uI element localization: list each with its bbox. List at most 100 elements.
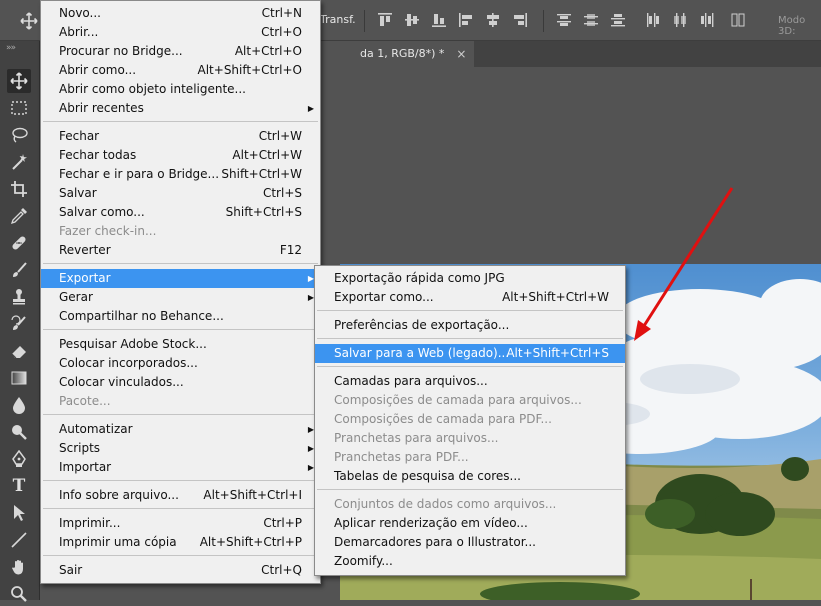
menu-item-fechar-e-ir-para-o-bridge[interactable]: Fechar e ir para o Bridge... Shift+Ctrl+W — [41, 165, 320, 184]
magic-wand-tool-button[interactable] — [7, 150, 31, 174]
menu-item-camadas-para-arquivos[interactable]: Camadas para arquivos... — [315, 372, 625, 391]
dodge-tool-button[interactable] — [7, 420, 31, 444]
menu-item-label: Fechar todas — [59, 148, 137, 162]
menu-item-importar[interactable]: Importar ▶ — [41, 458, 320, 477]
eyedropper-tool-button[interactable] — [7, 204, 31, 228]
menu-item-composicoes-de-camada-para-arquivos: Composições de camada para arquivos... — [315, 391, 625, 410]
menu-item-fechar[interactable]: Fechar Ctrl+W — [41, 127, 320, 146]
menu-item-shortcut: Alt+Shift+Ctrl+O — [197, 63, 302, 77]
divider — [543, 10, 544, 32]
line-tool-button[interactable] — [7, 528, 31, 552]
eraser-tool-button[interactable] — [7, 339, 31, 363]
align-top-icon[interactable] — [377, 12, 393, 28]
menu-item-label: Reverter — [59, 243, 111, 257]
healing-brush-tool-button[interactable] — [7, 231, 31, 255]
menu-item-label: Salvar para a Web (legado)... — [334, 346, 510, 360]
menu-item-exportacao-rapida-como-jpg[interactable]: Exportação rápida como JPG — [315, 269, 625, 288]
pen-tool-button[interactable] — [7, 447, 31, 471]
menu-item-novo[interactable]: Novo... Ctrl+N — [41, 4, 320, 23]
menu-item-label: Pacote... — [59, 394, 111, 408]
menu-item-shortcut: Ctrl+N — [261, 6, 302, 20]
menu-item-salvar-para-a-web-legado[interactable]: Salvar para a Web (legado)... Alt+Shift+C… — [315, 344, 625, 363]
crop-tool-button[interactable] — [7, 177, 31, 201]
menu-item-demarcadores-para-o-illustrator[interactable]: Demarcadores para o Illustrator... — [315, 533, 625, 552]
menu-item-label: Abrir recentes — [59, 101, 144, 115]
document-tab[interactable]: da 1, RGB/8*) * × — [316, 41, 475, 67]
menu-item-automatizar[interactable]: Automatizar ▶ — [41, 420, 320, 439]
menu-item-preferencias-de-exportacao[interactable]: Preferências de exportação... — [315, 316, 625, 335]
menu-item-imprimir[interactable]: Imprimir... Ctrl+P — [41, 514, 320, 533]
show-transform-controls-label[interactable]: Transf. — [320, 13, 356, 26]
history-brush-tool-button[interactable] — [7, 312, 31, 336]
align-horizontal-center-icon[interactable] — [485, 12, 501, 28]
move-tool-button[interactable] — [7, 69, 31, 93]
type-tool-button[interactable]: T — [7, 474, 31, 498]
menu-item-label: Procurar no Bridge... — [59, 44, 183, 58]
menu-separator — [43, 121, 318, 122]
menu-item-label: Fechar — [59, 129, 100, 143]
menu-item-exportar[interactable]: Exportar ▶ — [41, 269, 320, 288]
distribute-horizontal-center-icon[interactable] — [672, 12, 688, 28]
menu-item-aplicar-renderizacao-em-video[interactable]: Aplicar renderização em vídeo... — [315, 514, 625, 533]
marquee-tool-button[interactable] — [7, 96, 31, 120]
distribute-top-icon[interactable] — [556, 12, 572, 28]
menu-item-shortcut: Alt+Ctrl+W — [232, 148, 302, 162]
align-right-icon[interactable] — [512, 12, 528, 28]
menu-item-imprimir-uma-copia[interactable]: Imprimir uma cópia Alt+Shift+Ctrl+P — [41, 533, 320, 552]
export-submenu: Exportação rápida como JPG Exportar como.… — [314, 265, 626, 576]
align-left-icon[interactable] — [458, 12, 474, 28]
menu-item-procurar-no-bridge[interactable]: Procurar no Bridge... Alt+Ctrl+O — [41, 42, 320, 61]
menu-item-info-sobre-arquivo[interactable]: Info sobre arquivo... Alt+Shift+Ctrl+I — [41, 486, 320, 505]
move-icon[interactable] — [20, 12, 38, 30]
menu-item-reverter[interactable]: Reverter F12 — [41, 241, 320, 260]
auto-align-icon[interactable] — [730, 12, 746, 28]
lasso-tool-button[interactable] — [7, 123, 31, 147]
menu-item-label: Composições de camada para arquivos... — [334, 393, 582, 407]
menu-item-conjuntos-de-dados-como-arquivos: Conjuntos de dados como arquivos... — [315, 495, 625, 514]
gradient-tool-button[interactable] — [7, 366, 31, 390]
hand-tool-button[interactable] — [7, 555, 31, 579]
menu-item-colocar-vinculados[interactable]: Colocar vinculados... — [41, 373, 320, 392]
menu-item-label: Camadas para arquivos... — [334, 374, 488, 388]
align-bottom-icon[interactable] — [431, 12, 447, 28]
close-tab-icon[interactable]: × — [456, 41, 466, 67]
distribute-bottom-icon[interactable] — [610, 12, 626, 28]
align-vertical-center-icon[interactable] — [404, 12, 420, 28]
menu-item-scripts[interactable]: Scripts ▶ — [41, 439, 320, 458]
menu-item-colocar-incorporados[interactable]: Colocar incorporados... — [41, 354, 320, 373]
submenu-arrow-icon: ▶ — [307, 104, 314, 113]
path-selection-tool-button[interactable] — [7, 501, 31, 525]
menu-item-gerar[interactable]: Gerar ▶ — [41, 288, 320, 307]
menu-item-label: Exportar — [59, 271, 111, 285]
distribute-vertical-center-icon[interactable] — [583, 12, 599, 28]
menu-item-shortcut: Alt+Shift+Ctrl+W — [502, 290, 609, 304]
menu-item-shortcut: Alt+Shift+Ctrl+S — [506, 346, 609, 360]
menu-item-salvar-como[interactable]: Salvar como... Shift+Ctrl+S — [41, 203, 320, 222]
gradient-icon — [11, 371, 27, 385]
menu-item-sair[interactable]: Sair Ctrl+Q — [41, 561, 320, 580]
menu-item-tabelas-de-pesquisa-de-cores[interactable]: Tabelas de pesquisa de cores... — [315, 467, 625, 486]
menu-separator — [317, 310, 623, 311]
menu-item-fechar-todas[interactable]: Fechar todas Alt+Ctrl+W — [41, 146, 320, 165]
menu-item-pesquisar-adobe-stock[interactable]: Pesquisar Adobe Stock... — [41, 335, 320, 354]
zoom-tool-button[interactable] — [7, 582, 31, 606]
menu-item-compartilhar-no-behance[interactable]: Compartilhar no Behance... — [41, 307, 320, 326]
eraser-icon — [11, 346, 26, 359]
menu-item-salvar[interactable]: Salvar Ctrl+S — [41, 184, 320, 203]
distribute-left-icon[interactable] — [645, 12, 661, 28]
menu-item-exportar-como[interactable]: Exportar como... Alt+Shift+Ctrl+W — [315, 288, 625, 307]
blur-tool-button[interactable] — [7, 393, 31, 417]
distribute-right-icon[interactable] — [699, 12, 715, 28]
menu-item-abrir-como-objeto-inteligente[interactable]: Abrir como objeto inteligente... — [41, 80, 320, 99]
menu-item-label: Conjuntos de dados como arquivos... — [334, 497, 557, 511]
menu-item-abrir[interactable]: Abrir... Ctrl+O — [41, 23, 320, 42]
menu-item-zoomify[interactable]: Zoomify... — [315, 552, 625, 571]
menu-item-abrir-recentes[interactable]: Abrir recentes ▶ — [41, 99, 320, 118]
clone-stamp-tool-button[interactable] — [7, 285, 31, 309]
menu-item-abrir-como[interactable]: Abrir como... Alt+Shift+Ctrl+O — [41, 61, 320, 80]
menu-item-composicoes-de-camada-para-pdf: Composições de camada para PDF... — [315, 410, 625, 429]
panel-grip-icon[interactable]: »» — [6, 43, 16, 53]
document-tab-title: da 1, RGB/8*) * — [360, 47, 445, 60]
menu-item-label: Imprimir... — [59, 516, 121, 530]
brush-tool-button[interactable] — [7, 258, 31, 282]
